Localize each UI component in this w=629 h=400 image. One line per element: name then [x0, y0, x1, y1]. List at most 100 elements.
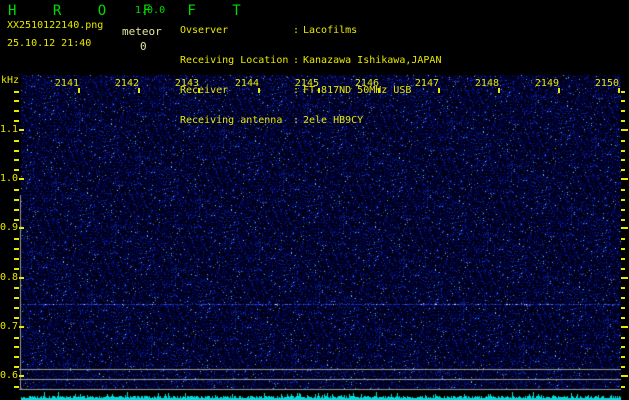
freq-minor-tick-right	[621, 337, 625, 339]
freq-minor-tick-left	[14, 307, 19, 309]
freq-major-tick-right	[621, 129, 628, 131]
location-label: Receiving Location	[180, 55, 289, 66]
freq-minor-tick-left	[14, 120, 19, 122]
freq-minor-tick-left	[14, 189, 19, 191]
freq-minor-tick-left	[14, 268, 19, 270]
time-tick-mark	[198, 88, 200, 93]
freq-major-tick-right	[621, 178, 628, 180]
separator: :	[293, 115, 300, 126]
freq-minor-tick-right	[621, 346, 625, 348]
time-tick-mark	[378, 88, 380, 93]
freq-minor-tick-left	[14, 169, 19, 171]
freq-major-tick-left	[19, 277, 24, 279]
freq-minor-tick-right	[621, 110, 625, 112]
time-tick-label: 2143	[174, 78, 199, 89]
freq-tick-label: 0.8	[0, 272, 19, 283]
freq-tick-label: 0.9	[0, 222, 19, 233]
time-tick-label: 2149	[534, 78, 559, 89]
freq-minor-tick-right	[621, 307, 625, 309]
freq-minor-tick-left	[14, 386, 19, 388]
freq-minor-tick-right	[621, 159, 625, 161]
antenna-value: 2ele HB9CY	[303, 115, 364, 126]
freq-minor-tick-left	[14, 110, 19, 112]
freq-minor-tick-left	[14, 238, 19, 240]
freq-minor-tick-right	[621, 297, 625, 299]
freq-minor-tick-right	[621, 209, 625, 211]
time-tick-label: 2150	[594, 78, 619, 89]
separator: :	[293, 55, 300, 66]
hrofft-window: H R O F F T 1.0.0 XX2510122140.png meteo…	[0, 0, 629, 400]
time-tick-label: 2141	[54, 78, 79, 89]
freq-minor-tick-right	[621, 268, 625, 270]
freq-minor-tick-left	[14, 91, 19, 93]
freq-major-tick-left	[19, 227, 24, 229]
time-tick-mark	[498, 88, 500, 93]
time-tick-mark	[318, 88, 320, 93]
freq-minor-tick-left	[14, 100, 19, 102]
meteor-count: 0	[140, 40, 147, 53]
freq-minor-tick-left	[14, 248, 19, 250]
freq-minor-tick-right	[621, 169, 625, 171]
observation-datetime: 25.10.12 21:40	[7, 38, 92, 49]
freq-minor-tick-left	[14, 346, 19, 348]
freq-major-tick-right	[621, 326, 628, 328]
freq-major-tick-right	[621, 375, 628, 377]
freq-minor-tick-left	[14, 366, 19, 368]
freq-major-tick-left	[19, 326, 24, 328]
freq-minor-tick-right	[621, 189, 625, 191]
freq-minor-tick-left	[14, 199, 19, 201]
observer-value: Lacofilms	[303, 25, 358, 36]
freq-minor-tick-right	[621, 386, 625, 388]
info-row-location: Receiving Location: Kanazawa Ishikawa,JAP…	[180, 56, 441, 66]
freq-minor-tick-right	[621, 219, 625, 221]
freq-minor-tick-left	[14, 258, 19, 260]
freq-minor-tick-right	[621, 317, 625, 319]
location-value: Kanazawa Ishikawa,JAPAN	[303, 55, 442, 66]
freq-minor-tick-left	[14, 297, 19, 299]
freq-minor-tick-left	[14, 140, 19, 142]
time-tick-mark	[78, 88, 80, 93]
freq-minor-tick-right	[621, 238, 625, 240]
freq-major-tick-left	[19, 129, 24, 131]
freq-major-tick-right	[621, 227, 628, 229]
observer-label: Ovserver	[180, 25, 229, 36]
freq-minor-tick-right	[621, 91, 625, 93]
time-tick-label: 2148	[474, 78, 499, 89]
time-tick-label: 2142	[114, 78, 139, 89]
freq-tick-label: 0.6	[0, 370, 19, 381]
freq-minor-tick-right	[621, 100, 625, 102]
freq-minor-tick-left	[14, 209, 19, 211]
frequency-unit-label: kHz	[1, 75, 20, 86]
antenna-label: Receiving antenna	[180, 115, 283, 126]
freq-minor-tick-right	[621, 248, 625, 250]
freq-minor-tick-right	[621, 356, 625, 358]
freq-major-tick-left	[19, 375, 24, 377]
station-info-block: Ovserver: Lacofilms Receiving Location: Ka…	[180, 6, 441, 146]
info-row-antenna: Receiving antenna:2ele HB9CY	[180, 116, 441, 126]
freq-minor-tick-right	[621, 366, 625, 368]
freq-major-tick-right	[621, 277, 628, 279]
freq-tick-label: 1.0	[0, 173, 19, 184]
time-tick-mark	[138, 88, 140, 93]
time-tick-mark	[438, 88, 440, 93]
meteor-mode-label: meteor	[122, 25, 162, 38]
time-tick-mark	[258, 88, 260, 93]
freq-minor-tick-left	[14, 287, 19, 289]
separator: :	[293, 25, 300, 36]
freq-minor-tick-left	[14, 219, 19, 221]
freq-minor-tick-right	[621, 287, 625, 289]
info-row-observer: Ovserver: Lacofilms	[180, 26, 441, 36]
output-filename: XX2510122140.png	[7, 20, 104, 31]
freq-minor-tick-left	[14, 159, 19, 161]
time-tick-label: 2146	[354, 78, 379, 89]
freq-tick-label: 1.1	[0, 124, 19, 135]
time-tick-label: 2147	[414, 78, 439, 89]
freq-minor-tick-right	[621, 140, 625, 142]
time-tick-mark	[558, 88, 560, 93]
freq-minor-tick-left	[14, 150, 19, 152]
freq-major-tick-left	[19, 178, 24, 180]
freq-minor-tick-right	[621, 150, 625, 152]
time-tick-label: 2144	[234, 78, 259, 89]
freq-tick-label: 0.7	[0, 321, 19, 332]
freq-minor-tick-left	[14, 317, 19, 319]
